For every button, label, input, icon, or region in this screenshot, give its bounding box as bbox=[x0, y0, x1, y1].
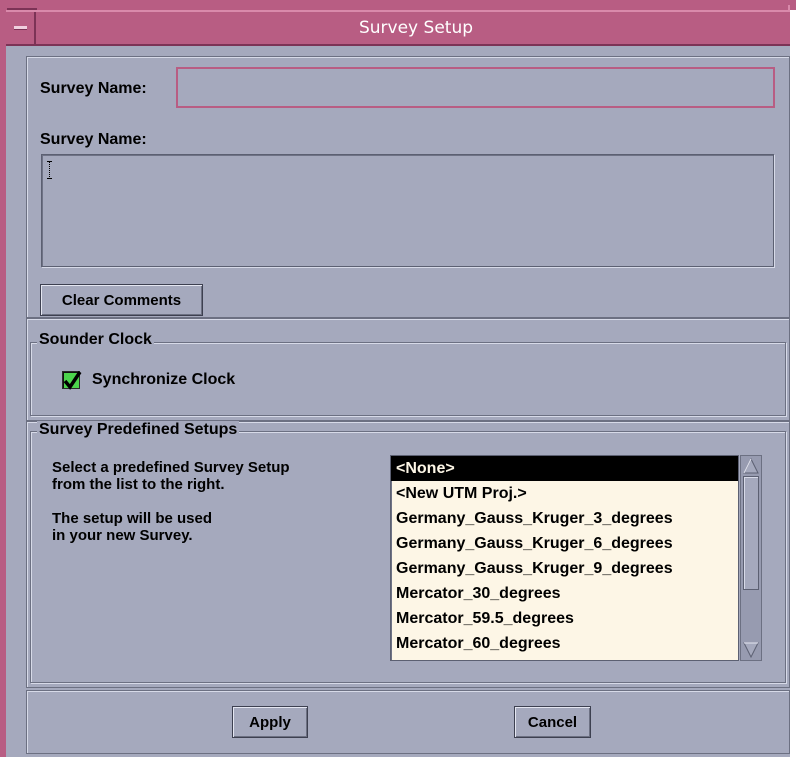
list-scrollbar[interactable] bbox=[740, 455, 762, 661]
window-edge-bottom bbox=[0, 757, 796, 762]
predefined-setups-title: Survey Predefined Setups bbox=[37, 421, 240, 439]
predefined-instructions: Select a predefined Survey Setup from th… bbox=[52, 459, 290, 544]
predefined-setups-list[interactable]: <None> <New UTM Proj.> Germany_Gauss_Kru… bbox=[390, 455, 739, 661]
text-cursor-icon bbox=[47, 161, 53, 179]
cancel-button[interactable]: Cancel bbox=[514, 706, 591, 738]
window-frame-top bbox=[6, 0, 796, 10]
title-bar[interactable]: Survey Setup bbox=[6, 10, 796, 46]
instruction-line: Select a predefined Survey Setup bbox=[52, 459, 290, 476]
survey-name-input[interactable] bbox=[176, 67, 775, 108]
list-item[interactable]: Germany_Gauss_Kruger_9_degrees bbox=[391, 556, 738, 581]
clear-comments-button[interactable]: Clear Comments bbox=[40, 284, 203, 316]
checkmark-icon bbox=[63, 371, 82, 390]
list-item[interactable]: Mercator_30_degrees bbox=[391, 581, 738, 606]
synchronize-clock-checkbox[interactable] bbox=[62, 371, 82, 390]
survey-setup-dialog: Survey Setup Survey Name: Survey Name: C… bbox=[0, 0, 796, 757]
list-item[interactable]: <New UTM Proj.> bbox=[391, 481, 738, 506]
comments-label: Survey Name: bbox=[40, 131, 147, 148]
synchronize-clock-label[interactable]: Synchronize Clock bbox=[92, 371, 235, 389]
instruction-line bbox=[52, 493, 290, 510]
list-item[interactable]: Germany_Gauss_Kruger_6_degrees bbox=[391, 531, 738, 556]
window-title: Survey Setup bbox=[358, 18, 474, 38]
sounder-clock-title: Sounder Clock bbox=[37, 331, 154, 349]
down-arrow-icon[interactable] bbox=[743, 642, 759, 658]
list-item[interactable]: Mercator_59.5_degrees bbox=[391, 606, 738, 631]
scrollbar-thumb[interactable] bbox=[743, 476, 759, 590]
action-buttons-panel bbox=[26, 690, 790, 754]
apply-button[interactable]: Apply bbox=[232, 706, 308, 738]
list-item-selected[interactable]: <None> bbox=[391, 456, 738, 481]
window-menu-icon[interactable] bbox=[6, 12, 36, 44]
instruction-line: in your new Survey. bbox=[52, 527, 193, 544]
list-item[interactable]: Mercator_60_degrees bbox=[391, 631, 738, 656]
instruction-line: from the list to the right. bbox=[52, 476, 225, 493]
instruction-line: The setup will be used bbox=[52, 510, 213, 527]
comments-textarea[interactable] bbox=[41, 154, 774, 267]
window-edge-right bbox=[790, 10, 796, 762]
up-arrow-icon[interactable] bbox=[743, 458, 759, 474]
list-item[interactable]: Germany_Gauss_Kruger_3_degrees bbox=[391, 506, 738, 531]
survey-name-label: Survey Name: bbox=[40, 80, 147, 97]
